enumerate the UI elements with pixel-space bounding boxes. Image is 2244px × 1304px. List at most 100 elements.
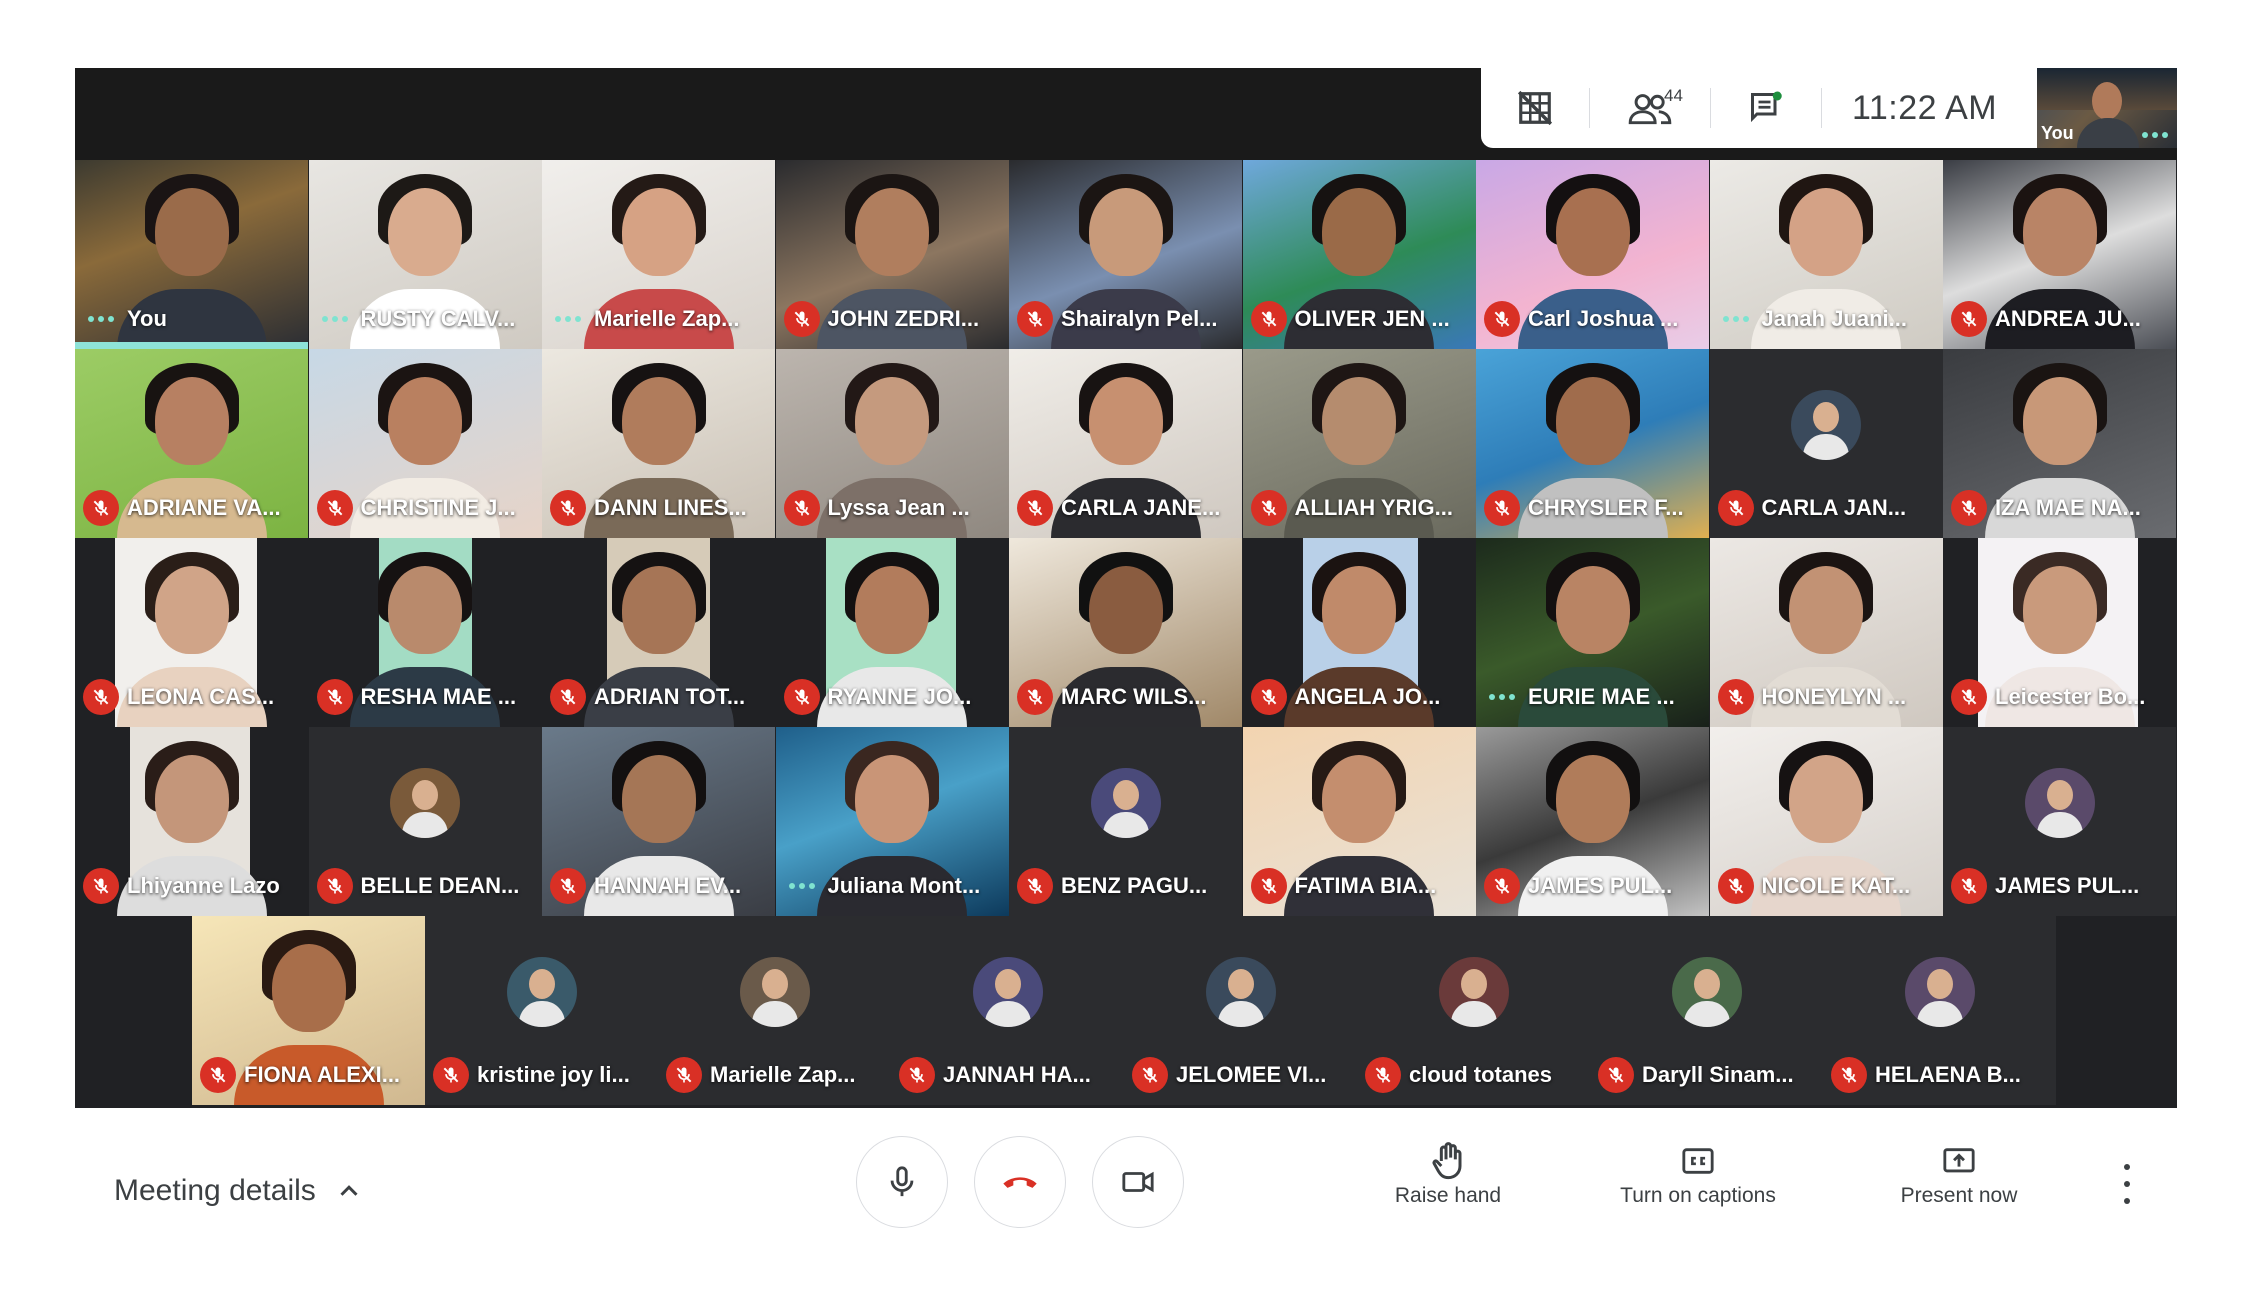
- participant-tile[interactable]: Carl Joshua ...: [1476, 160, 1709, 349]
- participant-name: LEONA CAS...: [127, 684, 275, 709]
- participant-name: HELAENA B...: [1875, 1062, 2021, 1087]
- participant-label: Janah Juani...: [1718, 299, 1908, 339]
- mic-off-icon: [1261, 311, 1276, 327]
- participant-tile[interactable]: DANN LINES...: [542, 349, 775, 538]
- participant-tile[interactable]: RUSTY CALV...: [308, 160, 542, 349]
- talking-indicator-icon: [2137, 132, 2173, 138]
- participant-tile[interactable]: CARLA JANE...: [1009, 349, 1242, 538]
- profile-avatar: [390, 767, 460, 838]
- participant-tile[interactable]: ALLIAH YRIG...: [1242, 349, 1476, 538]
- muted-badge: [550, 490, 586, 526]
- meeting-details-button[interactable]: Meeting details: [114, 1174, 364, 1208]
- participant-tile[interactable]: Janah Juani...: [1709, 160, 1943, 349]
- participant-tile[interactable]: Leicester Bo...: [1943, 538, 2176, 727]
- participant-tile[interactable]: Daryll Sinam...: [1590, 916, 1823, 1105]
- participant-name: Marielle Zap...: [594, 306, 740, 331]
- participant-tile[interactable]: Lyssa Jean ...: [775, 349, 1009, 538]
- tile-layout-button[interactable]: [1481, 68, 1589, 148]
- meeting-clock: 11:22 AM: [1852, 88, 1998, 127]
- muted-badge: [666, 1057, 702, 1093]
- muted-badge: [1484, 868, 1520, 904]
- microphone-button[interactable]: [856, 1136, 948, 1228]
- participant-label: Leicester Bo...: [1951, 677, 2145, 717]
- participant-label: NICOLE KAT...: [1717, 866, 1910, 906]
- participant-name: EURIE MAE ...: [1528, 684, 1675, 709]
- participant-tile[interactable]: JAMES PUL...: [1476, 727, 1709, 916]
- muted-badge: [1250, 301, 1287, 337]
- raise-hand-button[interactable]: Raise hand: [1392, 1138, 1504, 1208]
- participant-tile[interactable]: RESHA MAE ...: [308, 538, 542, 727]
- participant-tile[interactable]: ADRIAN TOT...: [542, 538, 775, 727]
- participant-tile[interactable]: Lhiyanne Lazo: [75, 727, 308, 916]
- participant-name: Janah Juani...: [1761, 306, 1908, 331]
- participant-name: ANGELA JO...: [1294, 684, 1441, 709]
- participant-tile[interactable]: CHRYSLER F...: [1476, 349, 1709, 538]
- participant-name: JAMES PUL...: [1995, 873, 2140, 898]
- mic-off-icon: [1494, 878, 1510, 894]
- participant-name: CHRISTINE J...: [360, 495, 516, 520]
- participant-name: CARLA JANE...: [1061, 495, 1221, 520]
- participant-name: ADRIANE VA...: [127, 495, 281, 520]
- mic-off-icon: [1027, 689, 1043, 705]
- participant-tile[interactable]: HELAENA B...: [1823, 916, 2056, 1105]
- participant-tile[interactable]: You: [75, 160, 308, 349]
- profile-avatar: [506, 956, 577, 1027]
- participant-tile[interactable]: ANDREA JU...: [1943, 160, 2176, 349]
- participant-label: ANDREA JU...: [1951, 299, 2141, 339]
- participant-tile[interactable]: cloud totanes: [1357, 916, 1590, 1105]
- participant-tile[interactable]: JANNAH HA...: [891, 916, 1124, 1105]
- leave-call-button[interactable]: [974, 1136, 1066, 1228]
- participant-tile[interactable]: Marielle Zap...: [542, 160, 775, 349]
- participant-tile[interactable]: HANNAH EV...: [542, 727, 775, 916]
- participant-tile[interactable]: FATIMA BIA...: [1242, 727, 1476, 916]
- talking-indicator-icon: [317, 316, 353, 322]
- talking-indicator-icon: [550, 316, 586, 322]
- participant-tile[interactable]: Juliana Mont...: [775, 727, 1009, 916]
- chat-button[interactable]: [1711, 68, 1821, 148]
- participant-label: Carl Joshua ...: [1484, 299, 1678, 339]
- participant-tile[interactable]: BELLE DEAN...: [308, 727, 542, 916]
- self-preview[interactable]: You: [2037, 68, 2177, 148]
- participant-name: HANNAH EV...: [594, 873, 742, 898]
- participant-tile[interactable]: OLIVER JEN ...: [1242, 160, 1476, 349]
- participant-tile[interactable]: kristine joy li...: [425, 916, 658, 1105]
- participant-label: RYANNE JO...: [783, 677, 971, 717]
- grid-off-icon: [1517, 90, 1553, 126]
- participant-name: BELLE DEAN...: [360, 873, 520, 898]
- participant-name: JAMES PUL...: [1528, 873, 1673, 898]
- participant-tile[interactable]: ANGELA JO...: [1242, 538, 1476, 727]
- camera-button[interactable]: [1092, 1136, 1184, 1228]
- participant-tile[interactable]: MARC WILS...: [1009, 538, 1242, 727]
- present-now-button[interactable]: Present now: [1894, 1138, 2024, 1208]
- participant-tile[interactable]: FIONA ALEXI...: [192, 916, 425, 1105]
- muted-badge: [83, 679, 119, 715]
- participant-tile[interactable]: CHRISTINE J...: [308, 349, 542, 538]
- participant-tile[interactable]: Shairalyn Pel...: [1009, 160, 1242, 349]
- participant-tile[interactable]: HONEYLYN ...: [1709, 538, 1943, 727]
- participant-label: Juliana Mont...: [784, 866, 980, 906]
- participant-tile[interactable]: EURIE MAE ...: [1476, 538, 1709, 727]
- muted-badge: [1717, 868, 1754, 904]
- participant-tile[interactable]: JELOMEE VI...: [1124, 916, 1357, 1105]
- participant-name: Leicester Bo...: [1995, 684, 2146, 709]
- more-options-icon[interactable]: [2112, 1164, 2142, 1204]
- participant-tile[interactable]: RYANNE JO...: [775, 538, 1009, 727]
- muted-badge: [1951, 868, 1987, 904]
- profile-avatar: [972, 956, 1043, 1027]
- participant-label: Daryll Sinam...: [1598, 1055, 1794, 1095]
- participant-tile[interactable]: BENZ PAGU...: [1009, 727, 1242, 916]
- muted-badge: [83, 868, 119, 904]
- captions-button[interactable]: Turn on captions: [1608, 1138, 1788, 1208]
- video-feed-face: [271, 943, 346, 1032]
- participant-tile[interactable]: NICOLE KAT...: [1709, 727, 1943, 916]
- participant-tile[interactable]: JOHN ZEDRI...: [775, 160, 1009, 349]
- participant-tile[interactable]: Marielle Zap...: [658, 916, 891, 1105]
- participant-name: CARLA JAN...: [1761, 495, 1907, 520]
- participant-tile[interactable]: CARLA JAN...: [1709, 349, 1943, 538]
- mic-off-icon: [1728, 500, 1743, 516]
- participant-tile[interactable]: LEONA CAS...: [75, 538, 308, 727]
- participant-tile[interactable]: ADRIANE VA...: [75, 349, 308, 538]
- participant-tile[interactable]: IZA MAE NA...: [1943, 349, 2176, 538]
- participant-tile[interactable]: JAMES PUL...: [1943, 727, 2176, 916]
- participants-button[interactable]: 44: [1590, 68, 1710, 148]
